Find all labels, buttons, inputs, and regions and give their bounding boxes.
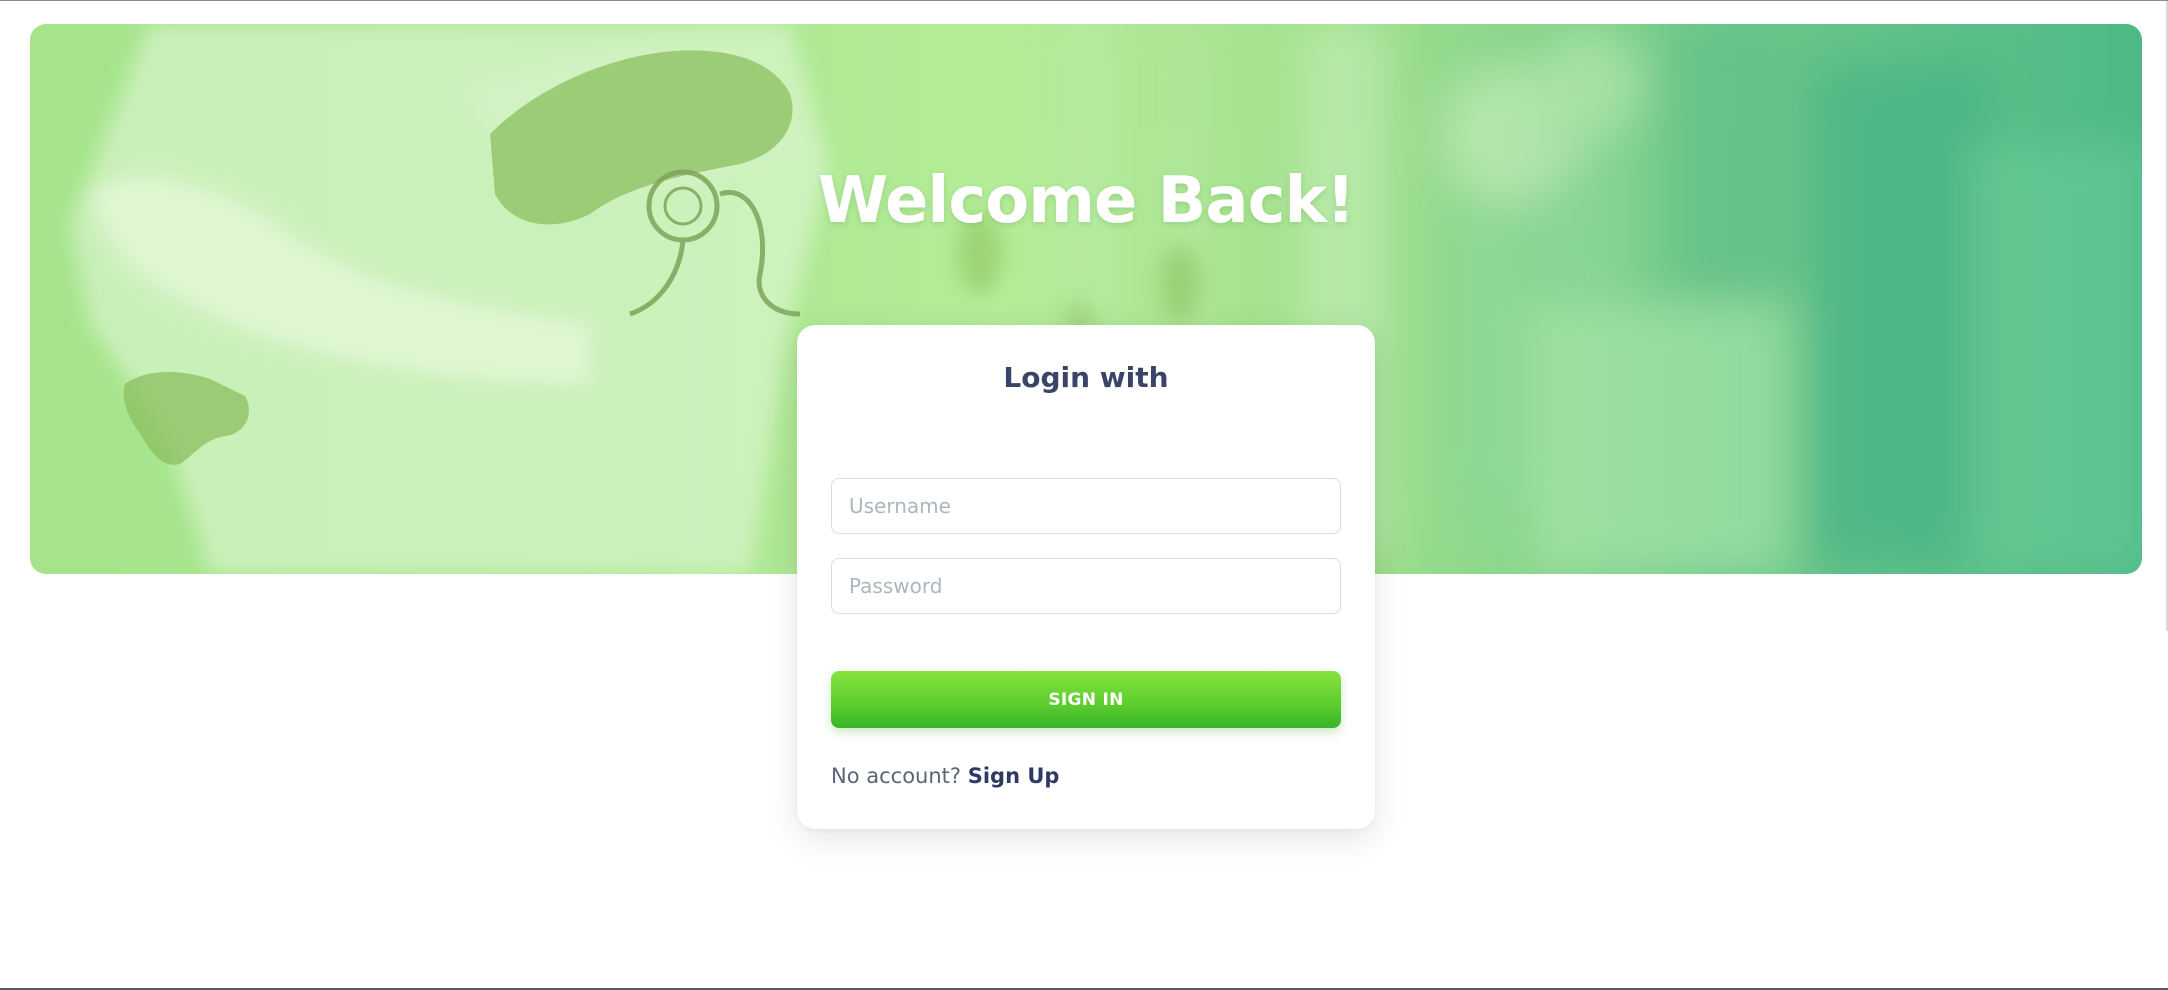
signup-prompt: No account? Sign Up (831, 764, 1059, 788)
login-card: Login with SIGN IN No account? Sign Up (797, 325, 1375, 829)
username-input[interactable] (831, 478, 1341, 534)
sign-up-link[interactable]: Sign Up (968, 764, 1060, 788)
welcome-heading: Welcome Back! (817, 164, 1356, 238)
no-account-text: No account? (831, 764, 962, 788)
sign-in-button[interactable]: SIGN IN (831, 671, 1341, 728)
password-input[interactable] (831, 558, 1341, 614)
login-card-title: Login with (1003, 361, 1169, 394)
login-page: Welcome Back! Login with SIGN IN No acco… (0, 0, 2168, 990)
